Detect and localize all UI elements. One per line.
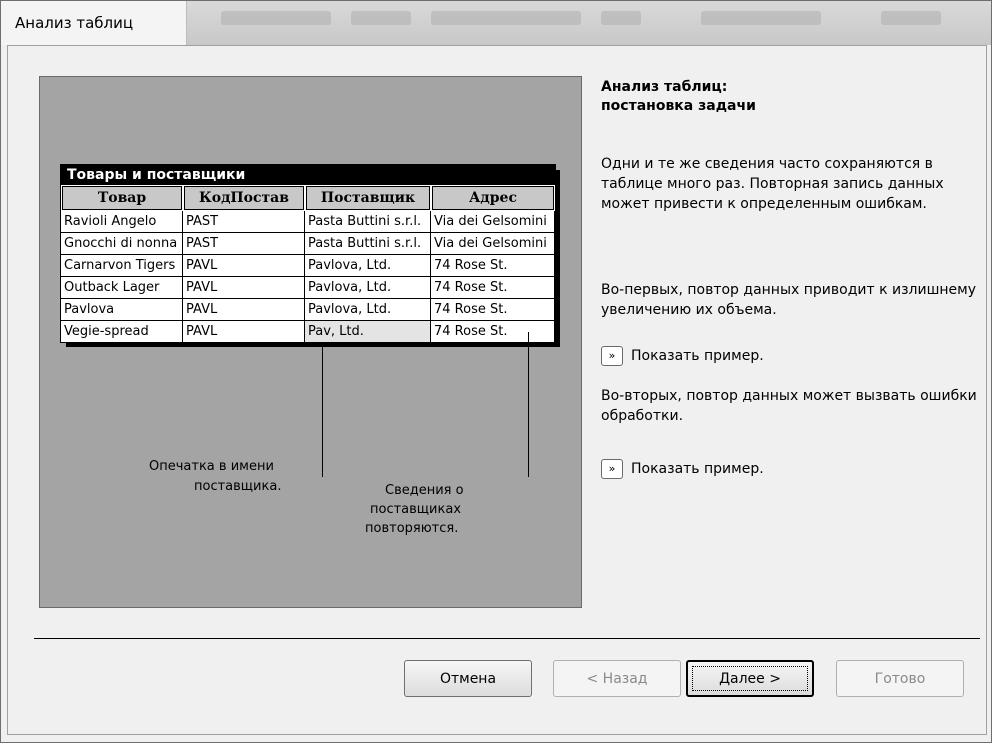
column-header-supplier-code: КодПостав (184, 186, 304, 210)
show-example-label-1[interactable]: Показать пример. (631, 348, 764, 364)
table-cell: Ravioli Angelo (61, 211, 183, 233)
step-title-line2: постановка задачи (601, 98, 756, 114)
table-row: Carnarvon Tigers PAVL Pavlova, Ltd. 74 R… (61, 255, 555, 277)
background-blur (601, 11, 641, 25)
table-cell: PAVL (183, 299, 305, 321)
column-header-supplier: Поставщик (306, 186, 430, 210)
background-blur (701, 11, 821, 25)
table-cell: Pavlova (61, 299, 183, 321)
table-row: Ravioli Angelo PAST Pasta Buttini s.r.l.… (61, 211, 555, 233)
table-cell: Pavlova, Ltd. (305, 277, 431, 299)
table-cell: 74 Rose St. (431, 321, 555, 343)
show-example-label-2[interactable]: Показать пример. (631, 461, 764, 477)
repeat-pointer-line (528, 332, 529, 477)
next-button-label[interactable]: Далее > (692, 666, 808, 691)
table-cell: Pasta Buttini s.r.l. (305, 211, 431, 233)
cancel-button[interactable]: Отмена (404, 660, 532, 697)
next-button[interactable]: Далее > (686, 660, 814, 697)
title-tab: Анализ таблиц (1, 1, 187, 45)
table-cell: Via dei Gelsomini (431, 211, 555, 233)
sample-table-title: Товары и поставщики (61, 165, 555, 185)
repeat-callout-line2: поставщиках (370, 502, 462, 517)
column-header-product: Товар (62, 186, 182, 210)
table-cell: 74 Rose St. (431, 255, 555, 277)
button-divider (34, 638, 980, 639)
info-paragraph-2: Во-первых, повтор данных приводит к изли… (601, 282, 977, 318)
dialog-window: Анализ таблиц Товары и поставщики Товар … (0, 0, 992, 743)
background-blur (351, 11, 411, 25)
typo-pointer-line (322, 347, 323, 477)
table-cell: Pavlova, Ltd. (305, 299, 431, 321)
step-title: Анализ таблиц: постановка задачи (601, 78, 756, 116)
table-row: Outback Lager PAVL Pavlova, Ltd. 74 Rose… (61, 277, 555, 299)
info-paragraph-3: Во-вторых, повтор данных может вызвать о… (601, 388, 977, 424)
table-cell: PAVL (183, 277, 305, 299)
sample-table-header: Товар КодПостав Поставщик Адрес (61, 185, 555, 211)
background-blur (431, 11, 581, 25)
double-chevron-right-icon[interactable]: » (601, 459, 623, 479)
table-cell: 74 Rose St. (431, 277, 555, 299)
background-blur (221, 11, 331, 25)
finish-button[interactable]: Готово (836, 660, 964, 697)
repeat-callout-line1: Сведения о (385, 483, 464, 498)
table-row: Gnocchi di nonna PAST Pasta Buttini s.r.… (61, 233, 555, 255)
table-cell: Pavlova, Ltd. (305, 255, 431, 277)
column-header-address: Адрес (432, 186, 554, 210)
typo-callout-line2: поставщика. (194, 479, 282, 494)
table-cell: 74 Rose St. (431, 299, 555, 321)
illustration-area: Товары и поставщики Товар КодПостав Пост… (39, 76, 582, 608)
window-title: Анализ таблиц (15, 14, 134, 32)
table-cell: PAVL (183, 321, 305, 343)
table-cell: Via dei Gelsomini (431, 233, 555, 255)
table-row: Pavlova PAVL Pavlova, Ltd. 74 Rose St. (61, 299, 555, 321)
sample-table: Товары и поставщики Товар КодПостав Пост… (60, 164, 556, 343)
table-cell: Vegie-spread (61, 321, 183, 343)
repeat-callout-line3: повторяются. (365, 521, 459, 536)
typo-callout-line1: Опечатка в имени (149, 459, 274, 474)
step-title-line1: Анализ таблиц: (601, 79, 728, 95)
show-example-link-1[interactable]: » Показать пример. (601, 346, 764, 366)
info-paragraph-1: Одни и те же сведения часто сохраняются … (601, 156, 944, 212)
table-cell-typo: Pav, Ltd. (305, 321, 431, 343)
back-button[interactable]: < Назад (553, 660, 681, 697)
table-cell: PAVL (183, 255, 305, 277)
table-cell: PAST (183, 233, 305, 255)
show-example-link-2[interactable]: » Показать пример. (601, 459, 764, 479)
table-cell: Carnarvon Tigers (61, 255, 183, 277)
table-cell: PAST (183, 211, 305, 233)
table-row: Vegie-spread PAVL Pav, Ltd. 74 Rose St. (61, 321, 555, 343)
table-cell: Gnocchi di nonna (61, 233, 183, 255)
double-chevron-right-icon[interactable]: » (601, 346, 623, 366)
background-blur (881, 11, 941, 25)
table-cell: Pasta Buttini s.r.l. (305, 233, 431, 255)
wizard-panel: Товары и поставщики Товар КодПостав Пост… (7, 45, 987, 735)
table-cell: Outback Lager (61, 277, 183, 299)
title-bar: Анализ таблиц (1, 1, 991, 45)
